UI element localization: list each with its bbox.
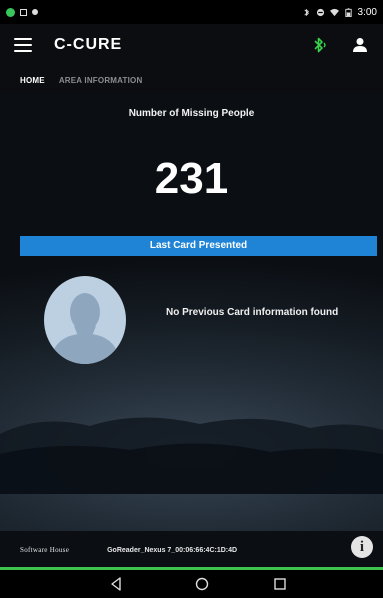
wifi-icon — [329, 8, 339, 16]
reader-id: GoReader_Nexus 7_00:06:66:4C:1D:4D — [107, 546, 238, 554]
app-brand: C-CURE — [54, 36, 123, 53]
missing-people-count: 231 — [154, 154, 229, 203]
app-toolbar: C-CURE — [0, 24, 383, 66]
do-not-disturb-icon — [316, 8, 324, 16]
tab-area-information[interactable]: AREA INFORMATION — [59, 76, 143, 85]
menu-icon[interactable] — [14, 38, 32, 52]
dot-icon — [32, 9, 38, 15]
mountain-background — [0, 417, 383, 494]
battery-icon — [344, 7, 352, 17]
status-left-icons — [6, 7, 38, 17]
recent-apps-icon[interactable] — [274, 578, 286, 590]
status-bar: 3:00 — [0, 0, 383, 24]
screen-icon — [20, 8, 27, 16]
home-panel: Number of Missing People 231 Last Card P… — [0, 94, 383, 531]
last-card-header: Last Card Presented — [20, 236, 377, 256]
system-nav-bar — [0, 570, 383, 598]
tab-home[interactable]: HOME — [20, 76, 45, 85]
tab-bar: HOME AREA INFORMATION — [0, 66, 383, 94]
avatar — [44, 276, 126, 364]
home-icon[interactable] — [195, 577, 209, 591]
account-icon[interactable] — [351, 36, 369, 54]
footer: Software House GoReader_Nexus 7_00:06:66… — [0, 531, 383, 569]
info-button[interactable]: i — [351, 536, 373, 558]
missing-people-label: Number of Missing People — [128, 108, 255, 119]
bluetooth-status-icon — [303, 8, 309, 16]
notification-icon — [6, 7, 15, 17]
person-silhouette-icon — [50, 293, 120, 364]
no-card-message: No Previous Card information found — [166, 307, 339, 318]
company-logo-text: Software House — [20, 546, 70, 554]
back-icon[interactable] — [110, 577, 122, 591]
status-time: 3:00 — [357, 6, 377, 18]
bluetooth-icon[interactable] — [311, 36, 329, 54]
status-right-icons: 3:00 — [302, 7, 377, 18]
